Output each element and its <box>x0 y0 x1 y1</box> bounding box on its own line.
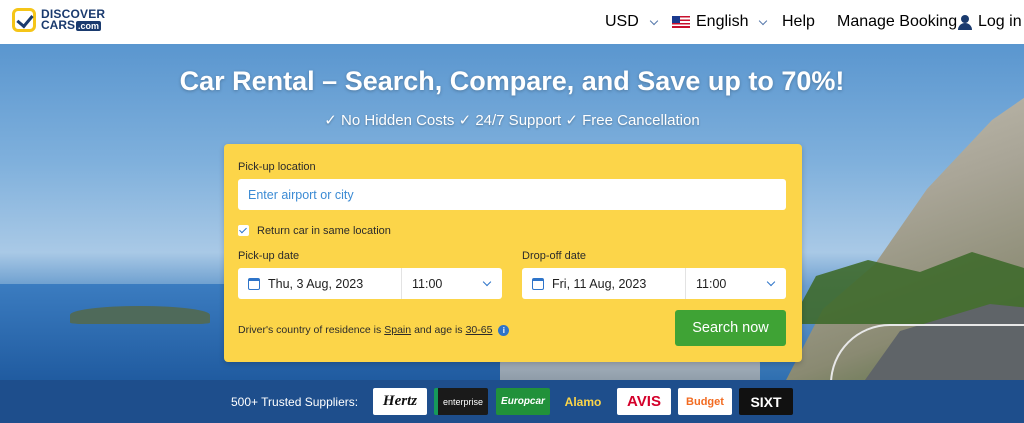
logo[interactable]: DISCOVER CARS .com <box>12 8 105 32</box>
search-now-button[interactable]: Search now <box>675 310 786 346</box>
language-selector[interactable]: English <box>672 13 768 31</box>
pickup-date-value[interactable]: Thu, 3 Aug, 2023 <box>268 277 401 291</box>
logo-text: DISCOVER CARS .com <box>41 8 105 32</box>
search-panel: Pick-up location Return car in same loca… <box>224 144 802 362</box>
dropoff-date-label: Drop-off date <box>522 250 587 262</box>
chevron-down-icon <box>649 16 659 25</box>
hero-subtitle: ✓ No Hidden Costs ✓ 24/7 Support ✓ Free … <box>324 112 700 129</box>
supplier-logo-enterprise: enterprise <box>434 388 488 415</box>
currency-label: USD <box>605 13 639 30</box>
manage-booking-label: Manage Booking <box>837 13 958 30</box>
pickup-location-input[interactable] <box>238 179 786 210</box>
login-label: Log in <box>978 13 1022 30</box>
suppliers-bar: 500+ Trusted Suppliers: Hertz enterprise… <box>0 380 1024 423</box>
residence-info: Driver's country of residence is Spain a… <box>238 324 510 336</box>
user-icon <box>958 14 972 30</box>
pickup-datetime-field[interactable]: Thu, 3 Aug, 2023 11:00 <box>238 268 502 299</box>
supplier-logo-avis: AVIS <box>617 388 671 415</box>
currency-selector[interactable]: USD <box>605 13 659 31</box>
chevron-down-icon[interactable] <box>766 277 776 287</box>
pickup-location-field[interactable] <box>238 179 786 210</box>
hero-island-background <box>70 306 210 324</box>
chevron-down-icon[interactable] <box>482 277 492 287</box>
logo-line2: CARS .com <box>41 18 105 32</box>
logo-suffix: .com <box>76 20 102 31</box>
residence-country-link[interactable]: Spain <box>384 324 411 336</box>
return-same-location-checkbox[interactable] <box>238 225 249 236</box>
calendar-icon <box>532 277 544 290</box>
help-label: Help <box>782 13 815 30</box>
checkmark-logo-icon <box>12 8 36 32</box>
header: DISCOVER CARS .com USD English Help Mana… <box>0 0 1024 44</box>
login-link[interactable]: Log in <box>958 13 1022 31</box>
supplier-logo-budget: Budget <box>678 388 732 415</box>
chevron-down-icon <box>759 16 768 25</box>
supplier-logo-alamo: Alamo <box>556 388 610 415</box>
info-icon[interactable]: i <box>498 324 510 336</box>
pickup-location-label: Pick-up location <box>238 161 316 173</box>
supplier-logo-hertz: Hertz <box>373 388 427 415</box>
supplier-logo-europcar: Europcar <box>496 388 550 415</box>
logo-line2-text: CARS <box>41 18 76 32</box>
language-label: English <box>696 13 749 30</box>
hero-road-line <box>830 324 1024 380</box>
supplier-logo-sixt: SIXT <box>739 388 793 415</box>
help-link[interactable]: Help <box>782 13 815 31</box>
residence-mid: and age is <box>414 324 463 336</box>
return-same-location-label[interactable]: Return car in same location <box>257 225 391 237</box>
pickup-time-value[interactable]: 11:00 <box>402 277 484 291</box>
manage-booking-link[interactable]: Manage Booking <box>837 13 957 31</box>
suppliers-label: 500+ Trusted Suppliers: <box>231 395 359 409</box>
pickup-date-label: Pick-up date <box>238 250 300 262</box>
calendar-icon <box>248 277 260 290</box>
dropoff-date-value[interactable]: Fri, 11 Aug, 2023 <box>552 277 685 291</box>
dropoff-datetime-field[interactable]: Fri, 11 Aug, 2023 11:00 <box>522 268 786 299</box>
dropoff-time-value[interactable]: 11:00 <box>686 277 768 291</box>
residence-prefix: Driver's country of residence is <box>238 324 382 336</box>
hero-title: Car Rental – Search, Compare, and Save u… <box>179 66 845 96</box>
us-flag-icon <box>672 16 690 28</box>
residence-age-link[interactable]: 30-65 <box>466 324 493 336</box>
